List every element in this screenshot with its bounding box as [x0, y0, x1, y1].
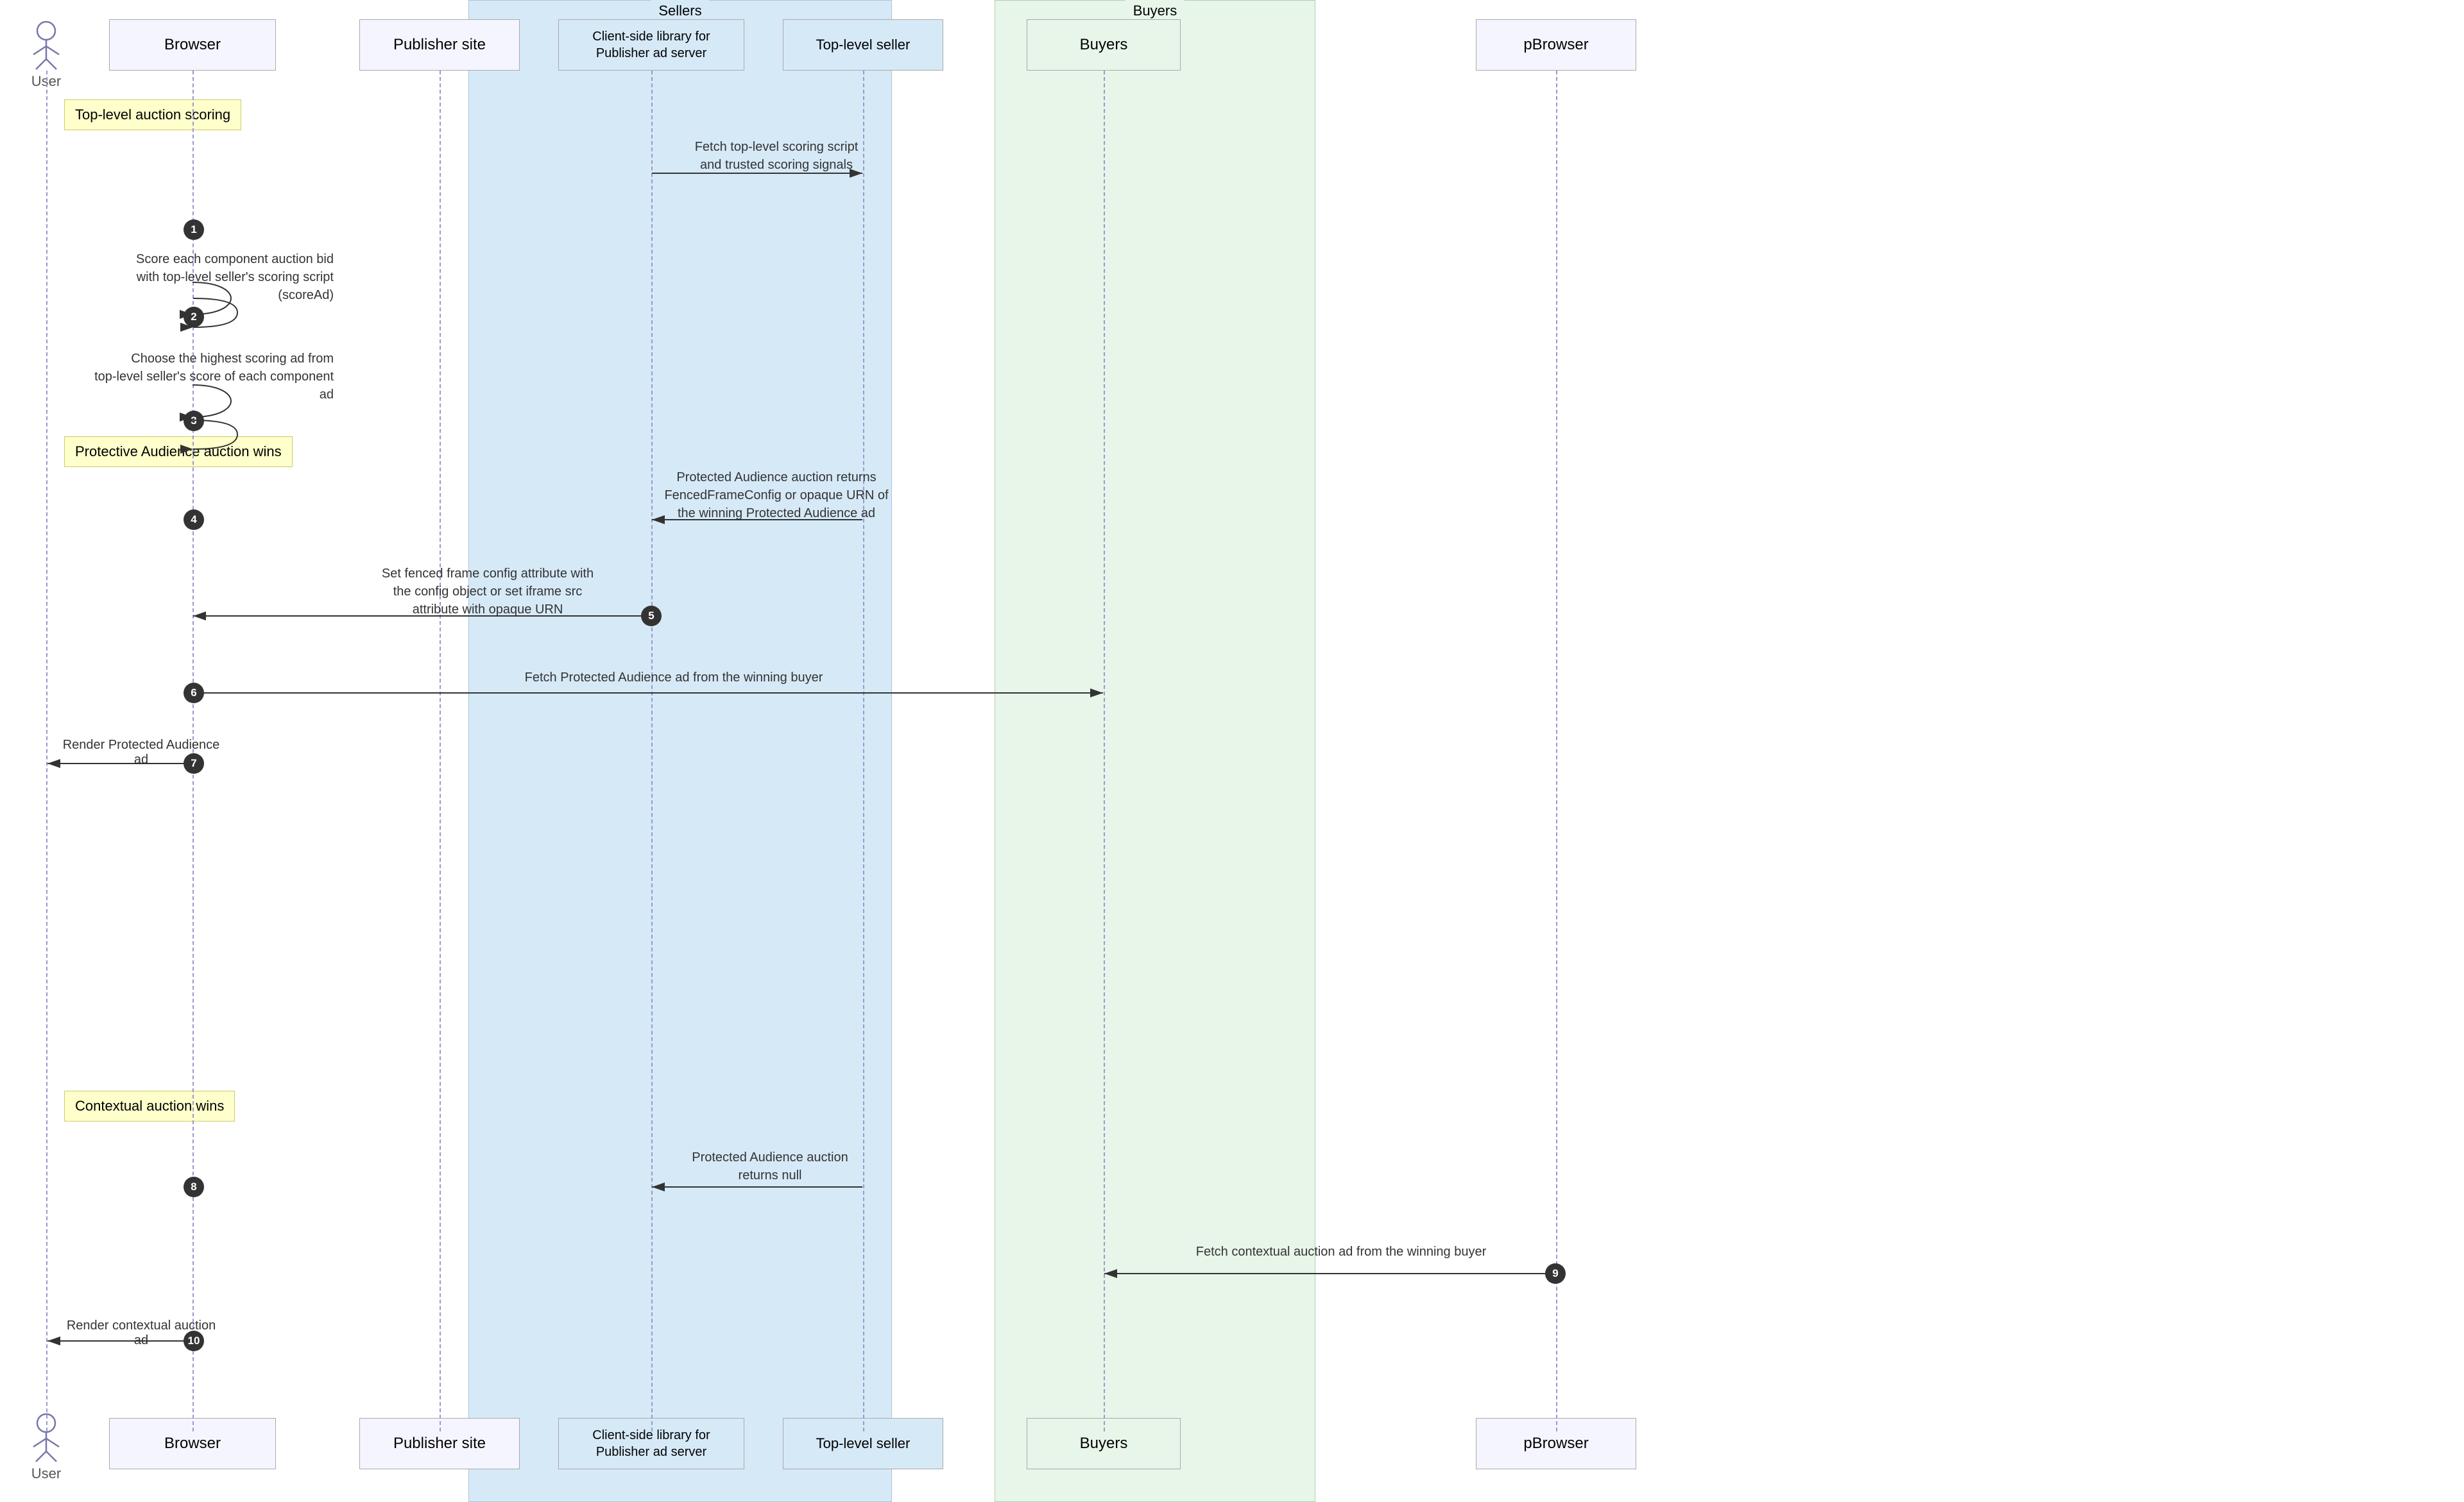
buyers-group: Buyers	[995, 0, 1315, 1502]
lifeline-client-lib	[651, 71, 653, 1431]
msg-fetch-scoring: Fetch top-level scoring scriptand truste…	[674, 138, 879, 174]
num-7: 7	[184, 753, 204, 774]
sellers-group: Sellers	[468, 0, 892, 1502]
num-10: 10	[184, 1331, 204, 1351]
msg-fetch-contextual: Fetch contextual auction ad from the win…	[1116, 1245, 1566, 1259]
msg-choose-highest: Choose the highest scoring ad fromtop-le…	[83, 350, 334, 404]
num-9: 9	[1545, 1263, 1566, 1284]
user-bottom-label: User	[27, 1465, 65, 1482]
num-8: 8	[184, 1177, 204, 1197]
msg-fetch-pa-ad: Fetch Protected Audience ad from the win…	[385, 670, 963, 685]
sellers-group-label: Sellers	[651, 0, 709, 22]
msg-pa-returns-null: Protected Audience auctionreturns null	[654, 1148, 886, 1184]
buyers-top: Buyers	[1027, 19, 1181, 71]
lifeline-publisher	[440, 71, 441, 1431]
num-2: 2	[184, 307, 204, 327]
num-5: 5	[641, 606, 662, 626]
lifeline-top-seller	[863, 71, 864, 1431]
lifeline-user	[46, 71, 47, 1431]
diagram-container: Sellers Buyers User Browser Publisher si…	[0, 0, 2464, 1502]
note-protective-audience-wins: Protective Audience auction wins	[64, 436, 293, 467]
pbrowser-top: pBrowser	[1476, 19, 1636, 71]
note-top-level-scoring: Top-level auction scoring	[64, 99, 241, 130]
lifeline-buyers	[1104, 71, 1105, 1431]
num-3: 3	[184, 411, 204, 431]
buyers-group-label: Buyers	[1125, 0, 1185, 22]
msg-set-fenced-frame: Set fenced frame config attribute withth…	[314, 565, 661, 619]
lifeline-pbrowser	[1556, 71, 1557, 1431]
browser-top: Browser	[109, 19, 276, 71]
num-1: 1	[184, 219, 204, 240]
msg-pa-returns-config: Protected Audience auction returnsFenced…	[654, 468, 898, 522]
client-side-lib-top: Client-side library for Publisher ad ser…	[558, 19, 744, 71]
note-contextual-auction-wins: Contextual auction wins	[64, 1091, 235, 1122]
top-level-seller-top: Top-level seller	[783, 19, 943, 71]
msg-score-component: Score each component auction bidwith top…	[83, 250, 334, 304]
num-6: 6	[184, 683, 204, 703]
num-4: 4	[184, 509, 204, 530]
publisher-site-top: Publisher site	[359, 19, 520, 71]
